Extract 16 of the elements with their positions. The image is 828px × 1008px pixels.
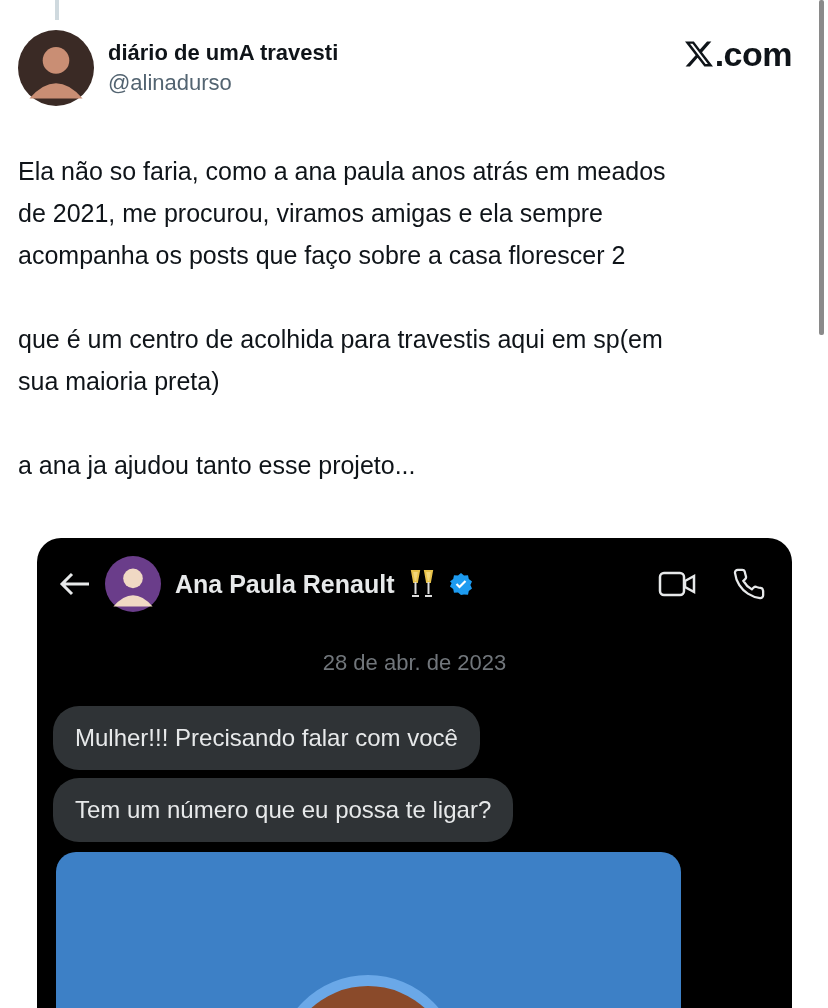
- post-paragraph: que é um centro de acolhida para travestis aqui em sp(em sua maioria preta): [18, 324, 664, 397]
- contact-avatar: [105, 556, 161, 612]
- back-arrow-icon[interactable]: [59, 572, 91, 596]
- message-bubble: Tem um número que eu possa te ligar?: [53, 778, 514, 842]
- phone-icon[interactable]: [732, 567, 766, 601]
- author-handle: @alinadurso: [108, 70, 233, 96]
- post-paragraph: Ela não so faria, como a ana paula anos atrás em meados de 2021, me procurou, viramos amigas e ela sempre acompanha os posts que faço sobre a casa florescer 2: [18, 156, 667, 271]
- video-call-icon[interactable]: [658, 570, 696, 598]
- message-date: 28 de abr. de 2023: [321, 650, 508, 676]
- post-paragraph: a ana ja ajudou tanto esse projeto...: [18, 450, 417, 481]
- x-logo-icon: [684, 40, 713, 68]
- contact-name: Ana Paula Renault: [175, 569, 395, 599]
- message-bubble: Mulher!!! Precisando falar com você: [53, 706, 480, 770]
- brand-domain: .com: [714, 34, 792, 74]
- champagne-glasses-icon: [408, 569, 435, 599]
- author-name: diário de umA travesti: [108, 40, 340, 66]
